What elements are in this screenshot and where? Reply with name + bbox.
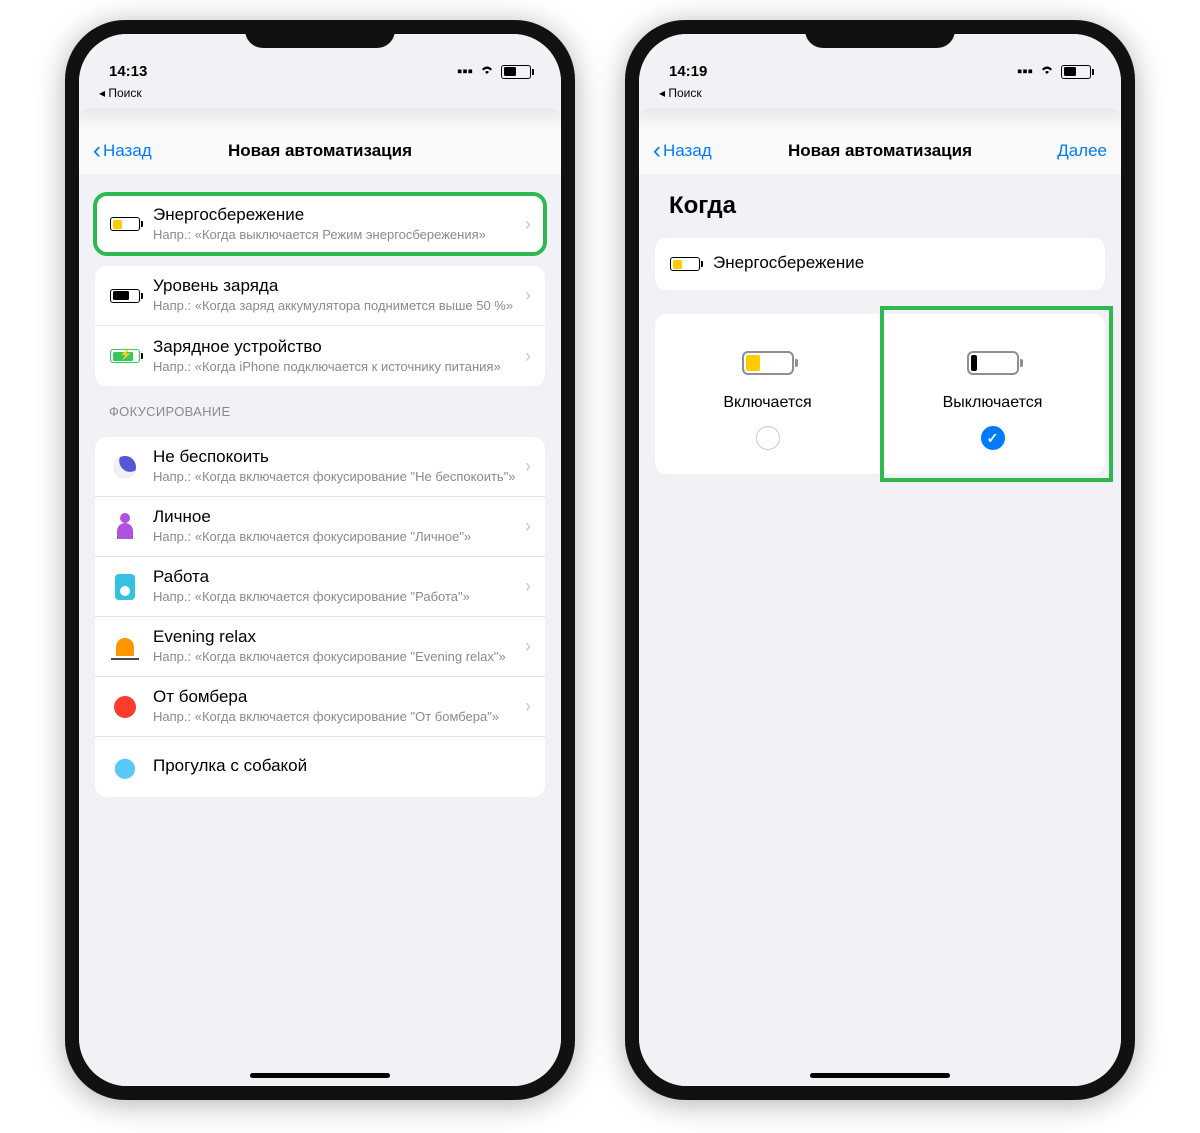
content-right[interactable]: Когда Энергосбережение Включается [639,174,1121,1086]
row-subtitle: Напр.: «Когда включается фокусирование "… [153,469,525,486]
choice-on-label: Включается [723,394,811,412]
status-time: 14:13 [109,63,147,80]
row-personal[interactable]: Личное Напр.: «Когда включается фокусиро… [95,497,545,557]
row-subtitle: Напр.: «Когда включается фокусирование "… [153,709,525,726]
wifi-icon [479,63,495,80]
choice-off[interactable]: Выключается [880,346,1105,450]
moon-icon [109,451,141,483]
paw-icon: ⬤ [109,751,141,783]
chevron-right-icon: › [525,285,531,306]
row-title: От бомбера [153,687,525,707]
choice-on[interactable]: Включается [655,346,880,450]
section-header-focus: ФОКУСИРОВАНИЕ [79,386,561,425]
row-energy-summary: Энергосбережение [655,238,1105,290]
row-charger[interactable]: ⚡ Зарядное устройство Напр.: «Когда iPho… [95,326,545,386]
row-title: Прогулка с собакой [153,756,531,776]
row-subtitle: Напр.: «Когда заряд аккумулятора подниме… [153,298,525,315]
chevron-right-icon: › [525,456,531,477]
home-indicator[interactable] [810,1073,950,1078]
battery-off-icon [967,346,1019,380]
row-title: Evening relax [153,627,525,647]
back-button[interactable]: ‹ Назад [653,137,712,165]
back-label: Назад [663,141,712,161]
back-button[interactable]: ‹ Назад [93,137,152,165]
back-label: Назад [103,141,152,161]
row-work[interactable]: Работа Напр.: «Когда включается фокусиро… [95,557,545,617]
phone-left: 14:13 ▪▪▪ ◂ Поиск ‹ Назад Новая автомати… [65,20,575,1100]
row-battery-level[interactable]: Уровень заряда Напр.: «Когда заряд аккум… [95,266,545,326]
radio-off[interactable] [756,426,780,450]
row-title: Личное [153,507,525,527]
row-title: Работа [153,567,525,587]
status-time: 14:19 [669,63,707,80]
battery-icon [1061,65,1091,79]
chevron-right-icon: › [525,214,531,235]
battery-icon [501,65,531,79]
sheet-handle [79,108,561,128]
battery-on-icon [742,346,794,380]
notch [805,20,955,48]
row-evening[interactable]: Evening relax Напр.: «Когда включается ф… [95,617,545,677]
choice-off-label: Выключается [943,394,1043,412]
row-title: Уровень заряда [153,276,525,296]
phone-right: 14:19 ▪▪▪ ◂ Поиск ‹ Назад Новая автомати… [625,20,1135,1100]
low-power-icon [109,208,141,240]
group-focus: Не беспокоить Напр.: «Когда включается ф… [95,437,545,797]
row-title: Не беспокоить [153,447,525,467]
breadcrumb[interactable]: ◂ Поиск [79,84,561,104]
row-walk[interactable]: ⬤ Прогулка с собакой [95,737,545,797]
chevron-right-icon: › [525,516,531,537]
status-right: ▪▪▪ [457,63,531,80]
page-title: Новая автоматизация [228,141,412,161]
notch [245,20,395,48]
charger-icon: ⚡ [109,340,141,372]
chevron-left-icon: ‹ [653,137,661,165]
screen-left: 14:13 ▪▪▪ ◂ Поиск ‹ Назад Новая автомати… [79,34,561,1086]
nav-bar-right: ‹ Назад Новая автоматизация Далее [639,128,1121,174]
cellular-icon: ▪▪▪ [1017,63,1033,80]
chevron-right-icon: › [525,696,531,717]
low-power-icon [669,248,701,280]
wifi-icon [1039,63,1055,80]
screen-right: 14:19 ▪▪▪ ◂ Поиск ‹ Назад Новая автомати… [639,34,1121,1086]
badge-icon [109,571,141,603]
red-dot-icon [109,691,141,723]
row-title: Энергосбережение [153,205,525,225]
breadcrumb[interactable]: ◂ Поиск [639,84,1121,104]
chevron-right-icon: › [525,636,531,657]
chevron-left-icon: ‹ [93,137,101,165]
row-subtitle: Напр.: «Когда включается фокусирование "… [153,649,525,666]
cellular-icon: ▪▪▪ [457,63,473,80]
sheet-handle [639,108,1121,128]
row-energy[interactable]: Энергосбережение Напр.: «Когда выключает… [95,194,545,254]
row-title: Зарядное устройство [153,337,525,357]
row-subtitle: Напр.: «Когда включается фокусирование "… [153,529,525,546]
row-dnd[interactable]: Не беспокоить Напр.: «Когда включается ф… [95,437,545,497]
choice-panel: Включается Выключается [655,314,1105,474]
nav-bar-left: ‹ Назад Новая автоматизация [79,128,561,174]
battery-level-icon [109,280,141,312]
home-indicator[interactable] [250,1073,390,1078]
row-subtitle: Напр.: «Когда включается фокусирование "… [153,589,525,606]
chevron-right-icon: › [525,346,531,367]
status-right: ▪▪▪ [1017,63,1091,80]
person-icon [109,511,141,543]
row-bomber[interactable]: От бомбера Напр.: «Когда включается фоку… [95,677,545,737]
chevron-right-icon: › [525,576,531,597]
radio-on[interactable] [981,426,1005,450]
when-heading: Когда [639,174,1121,226]
row-subtitle: Напр.: «Когда выключается Режим энергосб… [153,227,525,244]
group-battery: Уровень заряда Напр.: «Когда заряд аккум… [95,266,545,386]
row-title: Энергосбережение [713,253,1091,273]
content-left[interactable]: Энергосбережение Напр.: «Когда выключает… [79,174,561,1086]
next-button[interactable]: Далее [1057,141,1107,161]
page-title: Новая автоматизация [788,141,972,161]
row-subtitle: Напр.: «Когда iPhone подключается к исто… [153,359,525,376]
sunset-icon [109,631,141,663]
